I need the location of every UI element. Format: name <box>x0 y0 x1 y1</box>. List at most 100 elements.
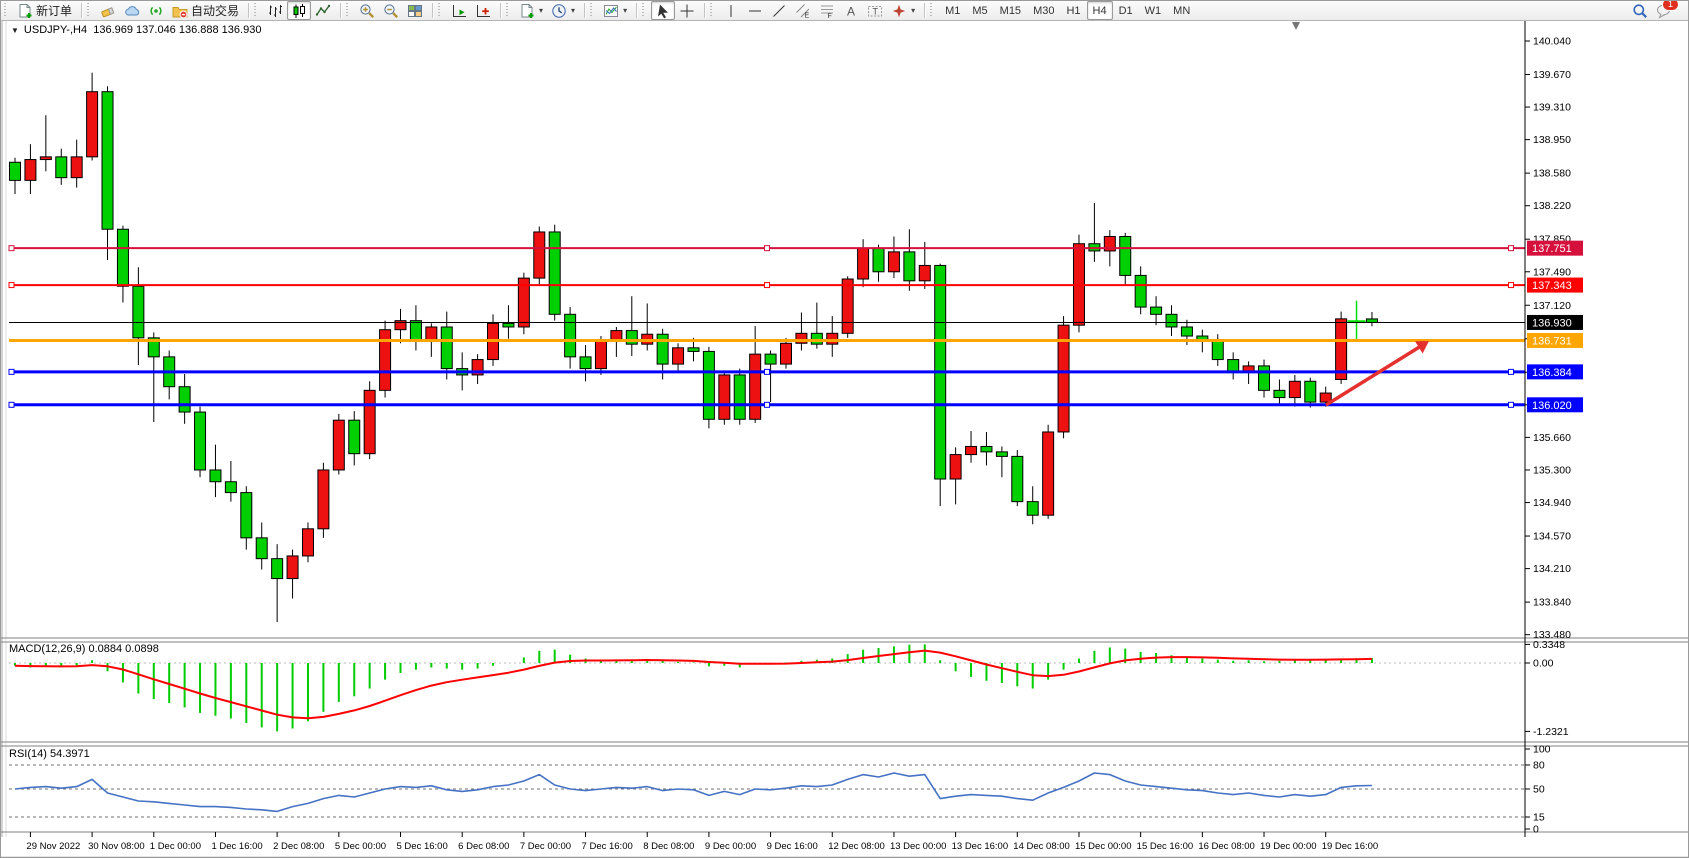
hline-handle[interactable] <box>765 402 770 407</box>
bar-chart-mode-button[interactable] <box>263 1 287 20</box>
periods-button[interactable]: ▾ <box>547 1 579 20</box>
bars-icon <box>267 3 283 19</box>
svg-text:T: T <box>873 6 879 16</box>
tf-m30-label: M30 <box>1033 5 1054 17</box>
time-axis-label: 29 Nov 2022 <box>26 841 80 852</box>
hline-handle[interactable] <box>765 246 770 251</box>
tf-w1-label: W1 <box>1145 5 1162 17</box>
tf-w1[interactable]: W1 <box>1139 1 1168 20</box>
toolbar-grip[interactable] <box>253 3 258 18</box>
indicators-button[interactable]: ▾ <box>599 1 631 20</box>
chart-shift-button[interactable] <box>471 1 495 20</box>
hline-handle[interactable] <box>9 283 14 288</box>
new-chart-button[interactable]: ▾ <box>515 1 547 20</box>
hline-handle[interactable] <box>9 402 14 407</box>
tf-m15[interactable]: M15 <box>994 1 1027 20</box>
toolbar-separator <box>340 3 341 18</box>
highlight-tool-button[interactable] <box>96 1 120 20</box>
price-tick-label: 138.580 <box>1533 168 1571 180</box>
cloud-button[interactable] <box>120 1 144 20</box>
toolbar-group-4 <box>444 1 498 20</box>
tf-mn[interactable]: MN <box>1167 1 1196 20</box>
svg-text:E: E <box>805 12 810 19</box>
toolbar-grip[interactable] <box>345 3 350 18</box>
auto-scroll-button[interactable] <box>447 1 471 20</box>
trendline-tool-button[interactable] <box>767 1 791 20</box>
toolbar-grip[interactable] <box>929 3 934 18</box>
tf-h4[interactable]: H4 <box>1087 1 1113 20</box>
hline-handle[interactable] <box>765 283 770 288</box>
tf-m30[interactable]: M30 <box>1027 1 1060 20</box>
text-label-tool-button[interactable]: T <box>863 1 887 20</box>
svg-text:F: F <box>828 13 832 19</box>
macd-scale-label: 0.00 <box>1533 658 1554 670</box>
hline-handle[interactable] <box>1509 283 1514 288</box>
cursor-button[interactable] <box>651 1 675 20</box>
new-order-label: 新订单 <box>36 2 72 19</box>
tf-h1[interactable]: H1 <box>1060 1 1086 20</box>
cursor-icon <box>655 3 671 19</box>
hline-handle[interactable] <box>1509 369 1514 374</box>
zoom-out-icon <box>383 3 399 19</box>
tf-m5[interactable]: M5 <box>966 1 993 20</box>
rsi-indicator-label: RSI(14) 54.3971 <box>9 748 90 760</box>
dropdown-caret-icon[interactable]: ▾ <box>623 6 627 15</box>
price-tick-label: 135.300 <box>1533 464 1571 476</box>
time-axis-label: 5 Dec 00:00 <box>335 841 386 852</box>
crosshair-button[interactable] <box>675 1 699 20</box>
fibonacci-tool-button[interactable]: F <box>815 1 839 20</box>
zoom-in-icon <box>359 3 375 19</box>
new-order-button[interactable]: 新订单 <box>13 1 76 20</box>
dropdown-caret-icon[interactable]: ▾ <box>911 6 915 15</box>
doc-plus-icon <box>519 3 535 19</box>
time-axis-label: 19 Dec 16:00 <box>1322 841 1379 852</box>
dropdown-caret-icon[interactable]: ▾ <box>571 6 575 15</box>
text-tool-button[interactable]: A <box>839 1 863 20</box>
chart-canvas[interactable]: 140.040139.670139.310138.950138.580138.2… <box>1 1 1689 858</box>
toolbar-group-2 <box>260 1 338 20</box>
tf-mn-label: MN <box>1173 5 1190 17</box>
hline-handle[interactable] <box>1509 246 1514 251</box>
toolbar-grip[interactable] <box>437 3 442 18</box>
time-axis-label: 2 Dec 08:00 <box>273 841 324 852</box>
search-button[interactable] <box>1628 1 1652 20</box>
toolbar-grip[interactable] <box>641 3 646 18</box>
vertical-line-tool-button[interactable] <box>719 1 743 20</box>
zoom-out-button[interactable] <box>379 1 403 20</box>
equidistant-channel-tool-button[interactable]: E <box>791 1 815 20</box>
time-axis-label: 19 Dec 00:00 <box>1260 841 1317 852</box>
community-button[interactable]: 1 <box>1652 1 1676 20</box>
line-chart-mode-button[interactable] <box>311 1 335 20</box>
candle-chart-mode-button[interactable] <box>287 1 311 20</box>
toolbar-group-6: ▾ <box>596 1 634 20</box>
toolbar-grip[interactable] <box>86 3 91 18</box>
toolbar-separator <box>704 3 705 18</box>
candles-icon <box>291 3 307 19</box>
hline-handle[interactable] <box>9 369 14 374</box>
tile-windows-button[interactable] <box>403 1 427 20</box>
tf-d1[interactable]: D1 <box>1113 1 1139 20</box>
tf-m1[interactable]: M1 <box>939 1 966 20</box>
zoom-in-button[interactable] <box>355 1 379 20</box>
price-tick-label: 139.310 <box>1533 102 1571 114</box>
chart-title[interactable]: ▼USDJPY-,H4 136.969 137.046 136.888 136.… <box>11 24 261 36</box>
toolbar-grip[interactable] <box>589 3 594 18</box>
macd-indicator-label: MACD(12,26,9) 0.0884 0.0898 <box>9 643 159 655</box>
hline-icon <box>747 3 763 19</box>
collapse-triangle-icon[interactable]: ▼ <box>11 26 19 35</box>
folder-bot-icon <box>172 3 188 19</box>
auto-trading-button[interactable]: 自动交易 <box>168 1 243 20</box>
time-axis-label: 12 Dec 08:00 <box>828 841 885 852</box>
hline-handle[interactable] <box>1509 402 1514 407</box>
toolbar-grip[interactable] <box>505 3 510 18</box>
toolbar-group-3 <box>352 1 430 20</box>
hline-handle[interactable] <box>765 369 770 374</box>
macd-scale-label: 0.3348 <box>1533 639 1565 651</box>
signals-button[interactable] <box>144 1 168 20</box>
horizontal-line-tool-button[interactable] <box>743 1 767 20</box>
dropdown-caret-icon[interactable]: ▾ <box>539 6 543 15</box>
toolbar-grip[interactable] <box>709 3 714 18</box>
arrows-tool-button[interactable]: ▾ <box>887 1 919 20</box>
hline-handle[interactable] <box>9 246 14 251</box>
toolbar-grip[interactable] <box>3 3 8 18</box>
